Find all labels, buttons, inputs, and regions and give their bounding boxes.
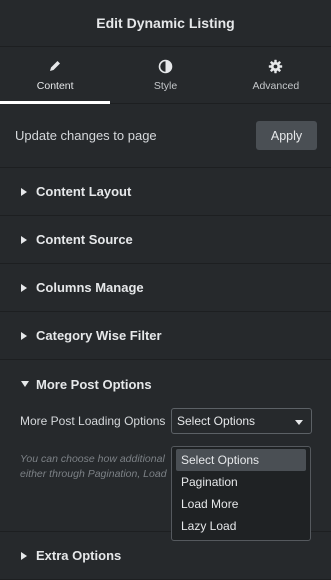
- help-line: You can choose how additional: [20, 453, 165, 465]
- tab-advanced-label: Advanced: [252, 80, 300, 92]
- caret-right-icon: [21, 235, 30, 244]
- caret-right-icon: [21, 551, 30, 560]
- section-title: Content Layout: [36, 184, 132, 199]
- section-title: Content Source: [36, 232, 133, 247]
- tab-content[interactable]: Content: [0, 47, 111, 104]
- section-content-source[interactable]: Content Source: [0, 216, 331, 264]
- help-description: You can choose how additional either thr…: [20, 452, 180, 482]
- dropdown-option-select-options[interactable]: Select Options: [176, 449, 306, 471]
- tab-content-label: Content: [36, 80, 74, 92]
- tab-advanced[interactable]: Advanced: [221, 47, 331, 103]
- editor-panel: Edit Dynamic Listing Content Style Advan…: [0, 0, 331, 580]
- help-line: either through Pagination, Load: [20, 468, 167, 480]
- section-columns-manage[interactable]: Columns Manage: [0, 264, 331, 312]
- tab-style-label: Style: [153, 80, 178, 92]
- caret-right-icon: [21, 187, 30, 196]
- section-title: Extra Options: [36, 548, 122, 563]
- dropdown-option-lazy-load[interactable]: Lazy Load: [176, 515, 306, 537]
- section-title: More Post Options: [36, 376, 152, 392]
- update-changes-text: Update changes to page: [15, 128, 157, 143]
- pencil-icon: [48, 58, 62, 74]
- section-content-layout[interactable]: Content Layout: [0, 168, 331, 216]
- loading-options-field: More Post Loading Options Select Options: [20, 408, 312, 434]
- loading-options-label: More Post Loading Options: [20, 414, 166, 428]
- section-title: Category Wise Filter: [36, 328, 162, 343]
- select-value: Select Options: [177, 414, 256, 428]
- panel-title: Edit Dynamic Listing: [96, 15, 235, 31]
- panel-header: Edit Dynamic Listing: [0, 0, 331, 47]
- section-title: Columns Manage: [36, 280, 144, 295]
- update-changes-row: Update changes to page Apply: [0, 104, 331, 168]
- loading-options-dropdown: Select Options Pagination Load More Lazy…: [171, 446, 311, 541]
- gear-icon: [268, 58, 283, 74]
- section-category-wise-filter[interactable]: Category Wise Filter: [0, 312, 331, 360]
- chevron-down-icon: [295, 412, 303, 430]
- section-more-post-options-header[interactable]: More Post Options: [0, 360, 331, 408]
- dropdown-option-pagination[interactable]: Pagination: [176, 471, 306, 493]
- caret-right-icon: [21, 331, 30, 340]
- dropdown-option-load-more[interactable]: Load More: [176, 493, 306, 515]
- apply-button[interactable]: Apply: [256, 121, 317, 150]
- tab-style[interactable]: Style: [110, 47, 220, 103]
- tab-bar: Content Style Advanced: [0, 47, 331, 104]
- contrast-icon: [158, 58, 173, 74]
- loading-options-select[interactable]: Select Options: [171, 408, 312, 434]
- caret-down-icon: [21, 380, 30, 389]
- caret-right-icon: [21, 283, 30, 292]
